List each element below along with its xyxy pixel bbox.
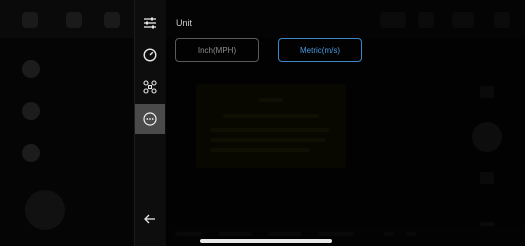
sidebar-item-aircraft[interactable] — [135, 72, 165, 102]
unit-metric-button[interactable]: Metric(m/s) — [278, 38, 362, 62]
joystick-pad — [25, 190, 65, 230]
back-arrow-icon — [144, 214, 155, 224]
unit-imperial-button[interactable]: Inch(MPH) — [175, 38, 259, 62]
gauge-icon — [143, 48, 157, 62]
return-home-icon — [22, 102, 40, 120]
drone-icon — [143, 80, 157, 94]
settings-sidebar — [134, 0, 166, 246]
unit-section-title: Unit — [176, 18, 193, 28]
back-button[interactable] — [135, 204, 165, 234]
sidebar-item-more[interactable] — [135, 104, 165, 134]
settings-panel — [165, 0, 525, 246]
home-icon — [22, 12, 38, 28]
takeoff-icon — [22, 60, 40, 78]
home-indicator[interactable] — [200, 239, 332, 243]
more-icon — [143, 112, 157, 126]
sliders-icon — [144, 17, 156, 29]
sidebar-item-flight[interactable] — [135, 40, 165, 70]
flight-mode-icon — [66, 12, 82, 28]
status-icon — [104, 12, 120, 28]
map-icon — [22, 144, 40, 162]
sidebar-item-general[interactable] — [135, 8, 165, 38]
